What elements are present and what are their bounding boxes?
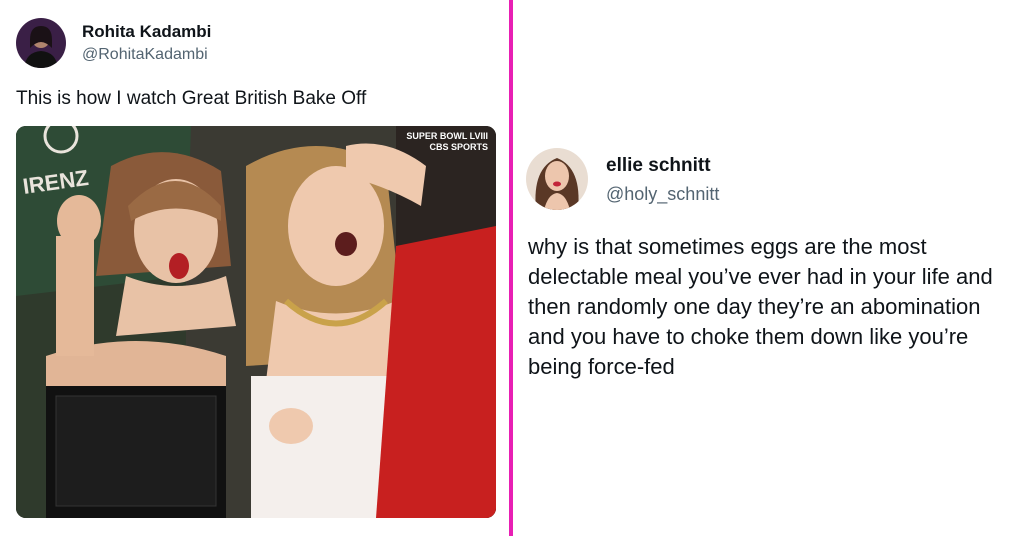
left-tweet: Rohita Kadambi @RohitaKadambi This is ho…	[0, 0, 510, 536]
broadcast-logo-line2: CBS SPORTS	[429, 142, 488, 152]
display-name[interactable]: Rohita Kadambi	[82, 22, 211, 42]
broadcast-logo: SUPER BOWL LVIII CBS SPORTS	[406, 132, 488, 152]
right-tweet: ellie schnitt @holy_schnitt why is that …	[514, 0, 1024, 536]
avatar[interactable]	[526, 148, 588, 210]
broadcast-logo-line1: SUPER BOWL LVIII	[406, 131, 488, 141]
tweet-text: This is how I watch Great British Bake O…	[16, 88, 367, 109]
handle[interactable]: @holy_schnitt	[606, 184, 719, 205]
display-name[interactable]: ellie schnitt	[606, 155, 711, 177]
avatar[interactable]	[16, 18, 66, 68]
divider	[509, 0, 513, 536]
handle[interactable]: @RohitaKadambi	[82, 46, 208, 64]
photo-image: IRENZ	[16, 126, 496, 518]
tweet-text: why is that sometimes eggs are the most …	[528, 234, 993, 379]
tweet-media-photo[interactable]: IRENZ SUPER BOWL LVIII CBS SPORTS	[16, 126, 496, 518]
